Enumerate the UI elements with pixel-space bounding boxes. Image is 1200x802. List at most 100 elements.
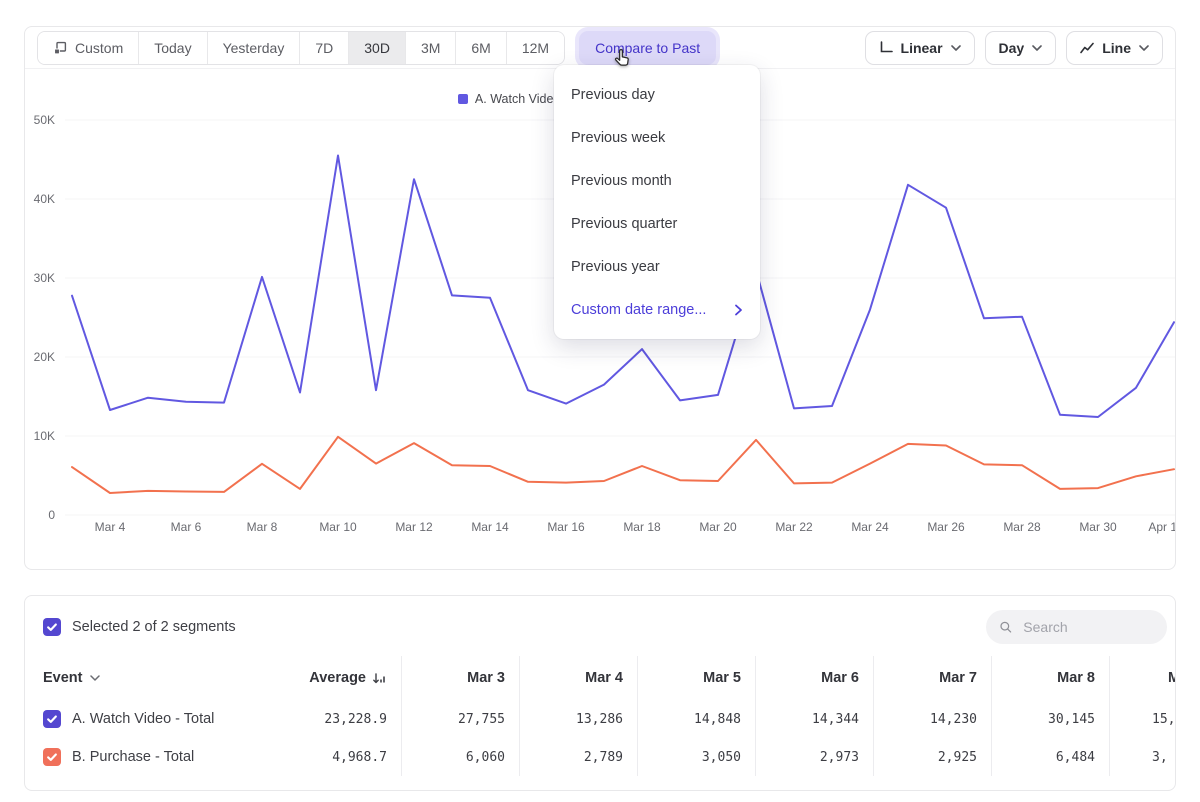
check-icon	[46, 713, 58, 725]
column-header-average[interactable]: Average	[301, 656, 401, 700]
preset-6m[interactable]: 6M	[456, 32, 506, 64]
y-axis-label: 20K	[34, 350, 55, 364]
column-header-label: Mar 3	[467, 670, 505, 686]
segments-table-card: Selected 2 of 2 segments Event Average Mar…	[24, 595, 1176, 791]
chart-display-controls: Linear Day Line	[865, 31, 1163, 65]
sort-icon	[372, 672, 387, 685]
column-header-mar-6[interactable]: Mar 6	[755, 656, 873, 700]
table-cell: 3,050	[637, 738, 755, 776]
x-axis-label: Mar 24	[851, 520, 889, 534]
menu-item-previous-month[interactable]: Previous month	[554, 159, 760, 202]
custom-date-icon	[53, 41, 67, 55]
mouse-cursor-icon	[612, 48, 632, 68]
column-header-label: Event	[43, 670, 83, 686]
column-header-mar-7[interactable]: Mar 7	[873, 656, 991, 700]
preset-12m[interactable]: 12M	[507, 32, 564, 64]
chevron-right-icon	[734, 304, 743, 316]
compare-to-past-label: Compare to Past	[595, 40, 700, 56]
column-header-event[interactable]: Event	[25, 656, 301, 700]
x-axis-label: Mar 22	[775, 520, 813, 534]
chevron-down-icon	[1032, 45, 1042, 51]
compare-to-past-button[interactable]: Compare to Past	[579, 31, 716, 65]
preset-3m[interactable]: 3M	[406, 32, 456, 64]
column-header-mar-4[interactable]: Mar 4	[519, 656, 637, 700]
x-axis-label: Mar 12	[395, 520, 433, 534]
segments-header: Selected 2 of 2 segments	[25, 596, 1175, 650]
y-axis-label: 0	[48, 508, 55, 522]
column-header-mar-3[interactable]: Mar 3	[401, 656, 519, 700]
check-icon	[46, 751, 58, 763]
row-checkbox[interactable]	[43, 748, 61, 766]
x-axis-label: Apr 1	[1148, 520, 1175, 534]
table-cell: 30,145	[991, 700, 1109, 738]
x-axis-label: Mar 6	[171, 520, 202, 534]
table-cell: 6,060	[401, 738, 519, 776]
search-input[interactable]	[1021, 618, 1154, 636]
table-row-event: A. Watch Video - Total	[25, 700, 301, 738]
y-axis-label: 40K	[34, 192, 55, 206]
preset-30d[interactable]: 30D	[349, 32, 406, 64]
selected-count-label: Selected 2 of 2 segments	[72, 619, 236, 635]
table-cell: 6,484	[991, 738, 1109, 776]
scale-select[interactable]: Linear	[865, 31, 975, 65]
table-cell: 13,286	[519, 700, 637, 738]
chart-card: Custom TodayYesterday7D30D3M6M12M Compar…	[24, 26, 1176, 570]
interval-label: Day	[999, 40, 1025, 56]
x-axis-label: Mar 16	[547, 520, 585, 534]
date-range-button-group: Custom TodayYesterday7D30D3M6M12M	[37, 31, 565, 65]
interval-select[interactable]: Day	[985, 31, 1057, 65]
table-row-event: B. Purchase - Total	[25, 738, 301, 776]
column-header-mar-5[interactable]: Mar 5	[637, 656, 755, 700]
search-box	[986, 610, 1167, 644]
analytics-dashboard: Custom TodayYesterday7D30D3M6M12M Compar…	[0, 0, 1200, 802]
x-axis-label: Mar 26	[927, 520, 965, 534]
preset-yesterday[interactable]: Yesterday	[208, 32, 301, 64]
table-cell: 14,344	[755, 700, 873, 738]
linear-scale-icon	[879, 41, 893, 54]
menu-item-previous-day[interactable]: Previous day	[554, 73, 760, 116]
table-cell: 27,755	[401, 700, 519, 738]
scale-label: Linear	[901, 40, 943, 56]
chart-toolbar: Custom TodayYesterday7D30D3M6M12M Compar…	[25, 27, 1175, 69]
menu-item-previous-quarter[interactable]: Previous quarter	[554, 202, 760, 245]
x-axis-label: Mar 18	[623, 520, 661, 534]
column-header-label: Mar 4	[585, 670, 623, 686]
column-header-m[interactable]: M	[1109, 656, 1176, 700]
y-axis-label: 50K	[34, 113, 55, 127]
x-axis-label: Mar 10	[319, 520, 357, 534]
custom-date-range-label: Custom date range...	[571, 302, 706, 318]
x-axis-label: Mar 14	[471, 520, 509, 534]
check-icon	[46, 621, 58, 633]
column-header-label: Mar 7	[939, 670, 977, 686]
line-chart-icon	[1080, 42, 1094, 54]
menu-item-custom-date-range[interactable]: Custom date range...	[554, 288, 760, 331]
chart-type-label: Line	[1102, 40, 1131, 56]
table-cell: 2,973	[755, 738, 873, 776]
series-line-b-purchase-total	[72, 437, 1174, 493]
x-axis-label: Mar 20	[699, 520, 737, 534]
legend-swatch	[458, 94, 468, 104]
row-checkbox[interactable]	[43, 710, 61, 728]
chart-type-select[interactable]: Line	[1066, 31, 1163, 65]
menu-item-previous-year[interactable]: Previous year	[554, 245, 760, 288]
event-name-label: B. Purchase - Total	[72, 749, 194, 765]
chevron-down-icon	[951, 45, 961, 51]
chevron-down-icon	[90, 675, 100, 681]
custom-date-button[interactable]: Custom	[38, 32, 139, 64]
table-cell: 4,968.7	[301, 738, 401, 776]
preset-today[interactable]: Today	[139, 32, 207, 64]
menu-item-previous-week[interactable]: Previous week	[554, 116, 760, 159]
compare-to-past-menu: Previous dayPrevious weekPrevious monthP…	[554, 65, 760, 339]
table-cell: 2,925	[873, 738, 991, 776]
y-axis-label: 10K	[34, 429, 55, 443]
custom-date-label: Custom	[75, 40, 123, 56]
x-axis-label: Mar 28	[1003, 520, 1041, 534]
table-cell: 14,848	[637, 700, 755, 738]
column-header-mar-8[interactable]: Mar 8	[991, 656, 1109, 700]
search-icon	[999, 619, 1012, 635]
x-axis-label: Mar 30	[1079, 520, 1117, 534]
preset-7d[interactable]: 7D	[300, 32, 349, 64]
table-cell: 3,	[1109, 738, 1176, 776]
table-cell: 14,230	[873, 700, 991, 738]
select-all-checkbox[interactable]	[43, 618, 61, 636]
